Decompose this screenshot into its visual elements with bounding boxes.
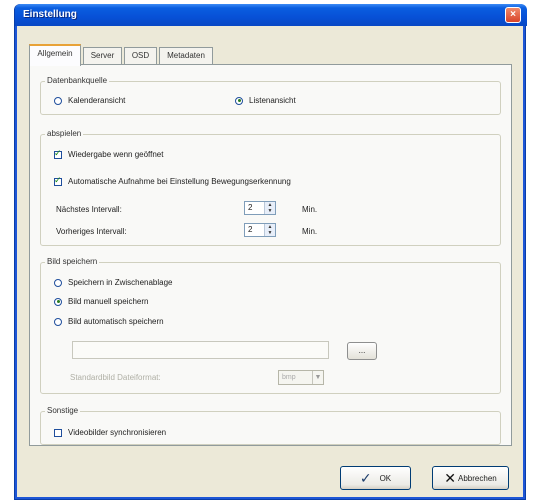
spin-down-icon[interactable]: ▼	[265, 230, 275, 236]
vorheriges-intervall-spinner[interactable]: 2 ▲ ▼	[244, 223, 276, 237]
tab-server[interactable]: Server	[83, 47, 122, 65]
radio-listenansicht[interactable]: Listenansicht	[235, 96, 296, 105]
check-icon: ✓	[359, 469, 372, 486]
naechstes-intervall-label: Nächstes Intervall:	[56, 205, 122, 214]
close-button[interactable]: ×	[505, 7, 521, 23]
browse-button[interactable]: ...	[347, 342, 377, 360]
checkbox-videobilder-synchronisieren[interactable]: Videobilder synchronisieren	[54, 428, 166, 437]
checkbox-automatische-aufnahme[interactable]: Automatische Aufnahme bei Einstellung Be…	[54, 175, 291, 186]
checkbox	[54, 175, 62, 186]
radio-label: Kalenderansicht	[68, 96, 126, 105]
spinner-arrows[interactable]: ▲ ▼	[264, 224, 275, 236]
abspielen-group: abspielen Wiedergabe wenn geöffnet Autom…	[40, 129, 501, 246]
checkbox-wiedergabe[interactable]: Wiedergabe wenn geöffnet	[54, 148, 164, 159]
bild-speichern-group: Bild speichern Speichern in Zwischenabla…	[40, 257, 501, 394]
cancel-label: Abbrechen	[458, 473, 497, 483]
radio-button	[54, 96, 62, 105]
sonstige-legend: Sonstige	[45, 406, 81, 415]
datenbankquelle-group: Datenbankquelle Kalenderansicht Listenan…	[40, 76, 501, 115]
abspielen-legend: abspielen	[45, 129, 84, 138]
save-path-input[interactable]	[72, 341, 329, 359]
format-label: Standardbild Dateiformat:	[70, 373, 161, 382]
allgemein-panel: Datenbankquelle Kalenderansicht Listenan…	[29, 64, 512, 446]
tab-osd[interactable]: OSD	[124, 47, 157, 65]
checkbox-label: Videobilder synchronisieren	[68, 428, 167, 437]
radio-bild-manuell[interactable]: Bild manuell speichern	[54, 297, 149, 306]
title-bar[interactable]: Einstellung ×	[15, 4, 527, 26]
naechstes-intervall-unit: Min.	[302, 205, 318, 214]
tab-allgemein[interactable]: Allgemein	[29, 44, 81, 66]
naechstes-intervall-spinner[interactable]: 2 ▲ ▼	[244, 201, 276, 215]
close-icon: ×	[510, 9, 516, 20]
naechstes-intervall-value: 2	[248, 203, 253, 212]
vorheriges-intervall-value: 2	[248, 225, 253, 234]
tab-metadaten[interactable]: Metadaten	[159, 47, 213, 65]
sonstige-group: Sonstige Videobilder synchronisieren	[40, 406, 501, 445]
x-icon: ✕	[444, 469, 457, 486]
radio-button	[54, 297, 62, 306]
radio-button	[54, 317, 62, 326]
radio-label: Bild automatisch speichern	[68, 317, 164, 326]
radio-button	[235, 96, 243, 105]
checkbox	[54, 428, 62, 437]
datenbankquelle-legend: Datenbankquelle	[45, 76, 110, 85]
format-select[interactable]: bmp ▼	[278, 370, 324, 385]
format-value: bmp	[282, 374, 296, 381]
settings-dialog: Einstellung × Allgemein Server OSD Metad…	[14, 4, 527, 500]
radio-label: Speichern in Zwischenablage	[68, 278, 173, 287]
ok-label: OK	[379, 473, 392, 483]
checkbox-label: Wiedergabe wenn geöffnet	[68, 150, 164, 159]
spinner-arrows[interactable]: ▲ ▼	[264, 202, 275, 214]
radio-zwischenablage[interactable]: Speichern in Zwischenablage	[54, 278, 173, 287]
radio-label: Listenansicht	[249, 96, 296, 105]
spin-down-icon[interactable]: ▼	[265, 208, 275, 214]
ok-button[interactable]: ✓ OK	[340, 466, 411, 490]
radio-bild-automatisch[interactable]: Bild automatisch speichern	[54, 317, 164, 326]
checkbox-label: Automatische Aufnahme bei Einstellung Be…	[68, 177, 291, 186]
window-title: Einstellung	[23, 9, 77, 20]
vorheriges-intervall-unit: Min.	[302, 227, 318, 236]
radio-kalenderansicht[interactable]: Kalenderansicht	[54, 96, 125, 105]
checkbox	[54, 148, 62, 159]
vorheriges-intervall-label: Vorheriges Intervall:	[56, 227, 127, 236]
cancel-button[interactable]: ✕ Abbrechen	[432, 466, 509, 490]
chevron-down-icon[interactable]: ▼	[312, 371, 323, 384]
bild-speichern-legend: Bild speichern	[45, 257, 100, 266]
radio-button	[54, 278, 62, 287]
radio-label: Bild manuell speichern	[68, 297, 149, 306]
